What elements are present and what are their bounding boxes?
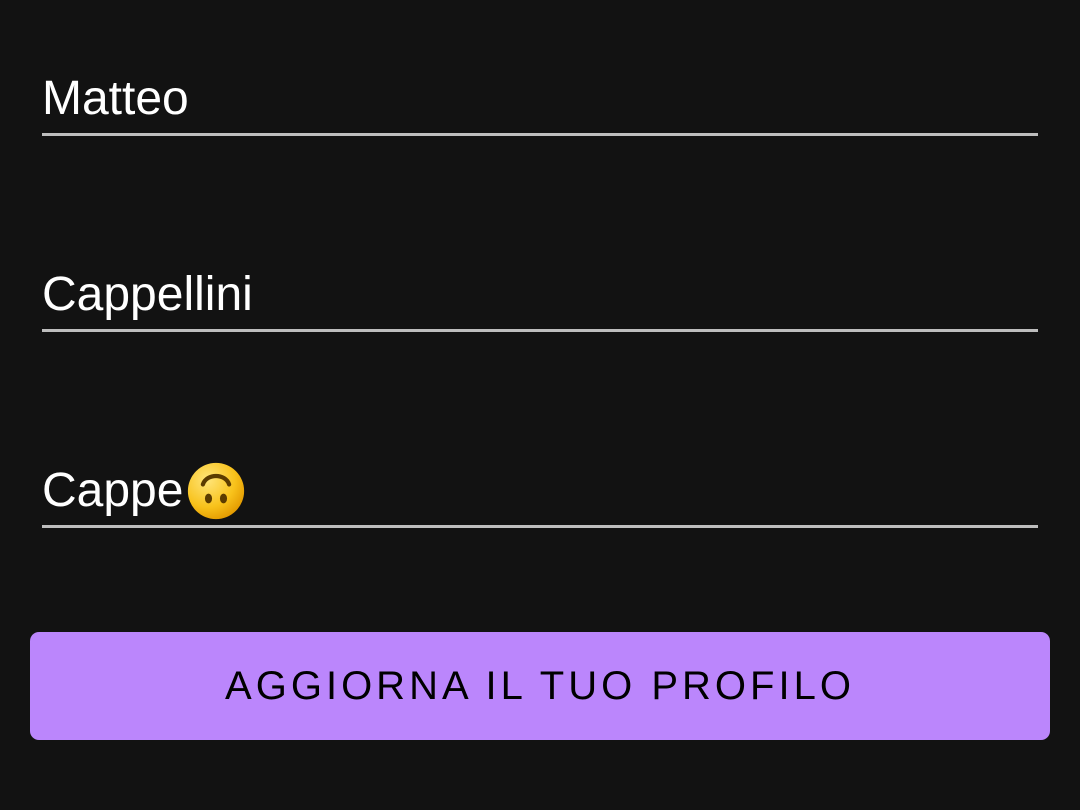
nickname-value-wrapper: Cappe — [42, 455, 246, 527]
nickname-field[interactable]: Cappe — [42, 456, 1038, 528]
upside-down-face-icon — [188, 462, 245, 519]
last-name-value: Cappellini — [42, 267, 253, 321]
nickname-value: Cappe — [42, 463, 184, 517]
update-profile-button[interactable]: AGGIORNA IL TUO PROFILO — [30, 632, 1050, 740]
first-name-field[interactable]: Matteo — [42, 64, 1038, 136]
first-name-value: Matteo — [42, 71, 189, 125]
last-name-field[interactable]: Cappellini — [42, 260, 1038, 332]
